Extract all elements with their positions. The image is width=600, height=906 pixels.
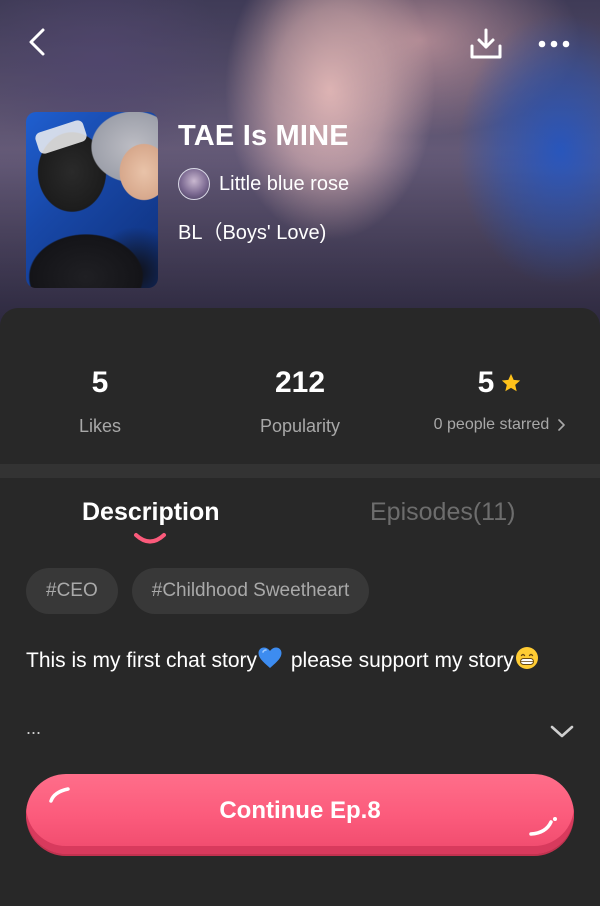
rating-label: 0 people starred bbox=[433, 416, 550, 433]
grinning-face-icon bbox=[515, 647, 538, 669]
active-tab-indicator bbox=[134, 533, 166, 544]
popularity-label: Popularity bbox=[259, 416, 341, 436]
download-icon bbox=[470, 28, 502, 59]
continue-reading-button[interactable]: Continue Ep.8 bbox=[26, 774, 574, 854]
stats-section: 5 Likes 212 Popularity 5 0 people starre… bbox=[0, 308, 600, 464]
blue-heart-icon bbox=[258, 647, 282, 668]
back-button[interactable] bbox=[22, 26, 54, 58]
tab-episodes[interactable]: Episodes(11) bbox=[370, 498, 515, 527]
rating-row: 5 bbox=[400, 366, 600, 400]
story-detail-panel: 5 Likes 212 Popularity 5 0 people starre… bbox=[0, 308, 600, 906]
popularity-count: 212 bbox=[274, 366, 326, 399]
tab-description[interactable]: Description bbox=[82, 498, 220, 527]
stat-popularity: 212 Popularity bbox=[200, 366, 400, 437]
tab-bar: Description Episodes(11) bbox=[0, 478, 600, 558]
cover-highlight bbox=[33, 118, 89, 156]
expand-description-button[interactable] bbox=[548, 722, 576, 742]
story-description: This is my first chat story please suppo… bbox=[26, 644, 546, 678]
chevron-down-icon bbox=[550, 725, 574, 738]
story-cover-image[interactable] bbox=[26, 112, 158, 288]
chevron-right-icon bbox=[558, 419, 566, 431]
button-gloss-icon bbox=[49, 787, 70, 803]
author-avatar[interactable] bbox=[178, 168, 210, 200]
likes-label: Likes bbox=[78, 416, 122, 436]
tag-chip[interactable]: #CEO bbox=[26, 568, 118, 614]
download-button[interactable] bbox=[468, 26, 504, 62]
star-icon bbox=[502, 373, 521, 392]
stat-likes: 5 Likes bbox=[0, 366, 200, 437]
chevron-left-icon bbox=[29, 28, 45, 56]
tag-chip[interactable]: #Childhood Sweetheart bbox=[131, 568, 370, 614]
more-horizontal-icon bbox=[538, 40, 570, 48]
story-genre: BL（Boys' Love) bbox=[178, 222, 327, 244]
author-row[interactable]: Little blue rose bbox=[178, 168, 349, 200]
button-gloss-icon bbox=[529, 817, 557, 836]
rating-value: 5 bbox=[477, 366, 495, 399]
description-text-part2: please support my story bbox=[285, 649, 514, 672]
more-options-button[interactable] bbox=[534, 30, 574, 58]
description-text-part1: This is my first chat story bbox=[26, 649, 258, 672]
likes-count: 5 bbox=[91, 366, 109, 399]
story-title: TAE Is MINE bbox=[178, 120, 349, 152]
section-divider bbox=[0, 464, 600, 478]
tag-list: #CEO #Childhood Sweetheart bbox=[26, 568, 370, 614]
continue-button-label: Continue Ep.8 bbox=[219, 797, 381, 824]
stat-rating[interactable]: 5 0 people starred bbox=[400, 366, 600, 434]
top-bar bbox=[0, 0, 600, 90]
description-ellipsis: ... bbox=[26, 718, 42, 738]
author-name[interactable]: Little blue rose bbox=[219, 173, 349, 196]
rating-label-row[interactable]: 0 people starred bbox=[400, 416, 600, 434]
